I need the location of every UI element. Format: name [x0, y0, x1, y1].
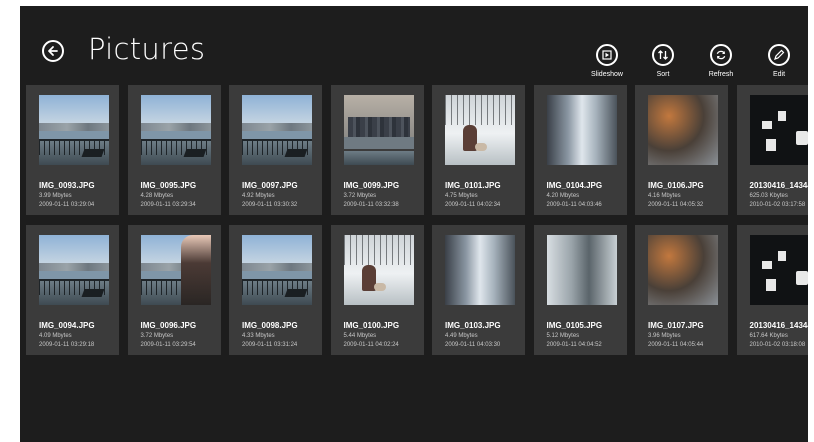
file-size: 4.92 Mbytes — [242, 193, 275, 199]
picture-tile[interactable]: IMG_0107.JPG 3.96 Mbytes 2009-01-11 04:05:… — [635, 225, 728, 355]
sort-icon — [652, 44, 674, 66]
file-name: IMG_0105.JPG — [546, 321, 603, 330]
thumbnail-image — [648, 95, 718, 165]
thumbnail-image — [445, 235, 515, 305]
file-date: 2009-01-11 04:03:30 — [445, 342, 501, 348]
refresh-icon — [710, 44, 732, 66]
file-name: IMG_0100.JPG — [343, 321, 400, 330]
back-button[interactable] — [42, 40, 64, 62]
thumbnail-image — [343, 235, 414, 305]
file-name: IMG_0098.JPG — [242, 321, 298, 330]
file-name: IMG_0103.JPG — [445, 321, 501, 330]
picture-tile[interactable]: IMG_0103.JPG 4.49 Mbytes 2009-01-11 04:03:… — [432, 225, 525, 355]
file-size: 625.03 Kbytes — [749, 193, 788, 199]
file-date: 2009-01-11 04:05:32 — [648, 202, 704, 208]
file-size: 3.72 Mbytes — [343, 193, 377, 199]
file-date: 2009-01-11 03:29:54 — [140, 342, 196, 348]
file-date: 2009-01-11 04:02:24 — [343, 342, 399, 348]
picture-tile[interactable]: IMG_0101.JPG 4.75 Mbytes 2009-01-11 04:02:… — [432, 85, 525, 215]
file-name: IMG_0097.JPG — [242, 181, 298, 190]
picture-tile[interactable]: IMG_0106.JPG 4.16 Mbytes 2009-01-11 04:05:… — [635, 85, 728, 215]
slideshow-button[interactable]: Slideshow — [580, 44, 634, 84]
slideshow-label: Slideshow — [591, 71, 623, 78]
picture-tile[interactable]: IMG_0098.JPG 4.33 Mbytes 2009-01-11 03:31:… — [229, 225, 322, 355]
picture-tile[interactable]: IMG_0095.JPG 4.28 Mbytes 2009-01-11 03:29:… — [127, 85, 221, 215]
picture-tile[interactable]: IMG_0099.JPG 3.72 Mbytes 2009-01-11 03:32:… — [330, 85, 424, 215]
file-size: 4.49 Mbytes — [445, 333, 478, 339]
file-date: 2009-01-11 03:32:38 — [343, 202, 399, 208]
sort-button[interactable]: Sort — [636, 44, 690, 84]
file-date: 2009-01-11 04:04:52 — [546, 342, 602, 348]
sort-label: Sort — [656, 71, 670, 78]
file-date: 2009-01-11 03:30:32 — [242, 202, 298, 208]
file-size: 5.44 Mbytes — [343, 333, 377, 339]
refresh-button[interactable]: Refresh — [694, 44, 748, 84]
thumbnail-image — [242, 235, 312, 305]
picture-tile[interactable]: IMG_0097.JPG 4.92 Mbytes 2009-01-11 03:30:… — [229, 85, 322, 215]
thumbnail-image — [546, 235, 617, 305]
file-name: IMG_0093.JPG — [39, 181, 95, 190]
file-size: 3.96 Mbytes — [648, 333, 681, 339]
file-date: 2009-01-11 04:05:44 — [648, 342, 704, 348]
app-window: Pictures Slideshow Sort Refresh Edit IMG… — [20, 6, 808, 442]
file-date: 2009-01-11 03:29:34 — [140, 202, 196, 208]
file-size: 4.33 Mbytes — [242, 333, 275, 339]
picture-tile[interactable]: IMG_0094.JPG 4.09 Mbytes 2009-01-11 03:29:… — [26, 225, 119, 355]
thumbnail-image — [39, 95, 109, 165]
file-name: IMG_0094.JPG — [39, 321, 95, 330]
file-name: IMG_0107.JPG — [648, 321, 704, 330]
file-name: 20130416_14344... — [749, 181, 809, 190]
file-date: 2010-01-02 03:17:58 — [749, 202, 806, 208]
file-name: IMG_0096.JPG — [140, 321, 197, 330]
thumbnail-image — [140, 235, 211, 305]
file-date: 2009-01-11 04:03:46 — [546, 202, 602, 208]
page-title: Pictures — [88, 32, 206, 66]
picture-tile[interactable]: 20130416_14344... 625.03 Kbytes 2010-01-02… — [736, 85, 809, 215]
edit-label: Edit — [772, 71, 786, 78]
thumbnail-image — [546, 95, 617, 165]
refresh-label: Refresh — [708, 71, 734, 78]
file-size: 4.75 Mbytes — [445, 193, 478, 199]
file-date: 2010-01-02 03:18:08 — [749, 342, 806, 348]
file-name: IMG_0095.JPG — [140, 181, 197, 190]
thumbnail-image — [445, 95, 515, 165]
picture-tile[interactable]: IMG_0096.JPG 3.72 Mbytes 2009-01-11 03:29:… — [127, 225, 221, 355]
file-name: IMG_0106.JPG — [648, 181, 704, 190]
file-name: IMG_0101.JPG — [445, 181, 501, 190]
file-date: 2009-01-11 03:29:04 — [39, 202, 95, 208]
file-date: 2009-01-11 03:29:18 — [39, 342, 95, 348]
thumbnail-image — [140, 95, 211, 165]
file-size: 4.20 Mbytes — [546, 193, 580, 199]
thumbnail-image — [648, 235, 718, 305]
file-size: 4.28 Mbytes — [140, 193, 174, 199]
picture-tile[interactable]: IMG_0105.JPG 5.12 Mbytes 2009-01-11 04:04:… — [533, 225, 627, 355]
file-size: 5.12 Mbytes — [546, 333, 580, 339]
thumbnail-image — [749, 235, 808, 305]
file-name: IMG_0104.JPG — [546, 181, 603, 190]
picture-tile[interactable]: 20130416_14344... 617.64 Kbytes 2010-01-02… — [736, 225, 809, 355]
thumbnail-image — [343, 95, 414, 165]
picture-tile[interactable]: IMG_0104.JPG 4.20 Mbytes 2009-01-11 04:03:… — [533, 85, 627, 215]
picture-tile[interactable]: IMG_0093.JPG 3.99 Mbytes 2009-01-11 03:29:… — [26, 85, 119, 215]
pencil-icon — [768, 44, 790, 66]
picture-grid: IMG_0093.JPG 3.99 Mbytes 2009-01-11 03:29:… — [20, 85, 808, 365]
file-size: 4.09 Mbytes — [39, 333, 72, 339]
edit-button[interactable]: Edit — [752, 44, 806, 84]
file-size: 617.64 Kbytes — [749, 333, 788, 339]
file-size: 4.16 Mbytes — [648, 193, 681, 199]
slideshow-icon — [596, 44, 618, 66]
file-size: 3.99 Mbytes — [39, 193, 72, 199]
file-size: 3.72 Mbytes — [140, 333, 174, 339]
thumbnail-image — [749, 95, 808, 165]
picture-tile[interactable]: IMG_0100.JPG 5.44 Mbytes 2009-01-11 04:02:… — [330, 225, 424, 355]
file-name: 20130416_14344... — [749, 321, 809, 330]
thumbnail-image — [242, 95, 312, 165]
file-date: 2009-01-11 04:02:34 — [445, 202, 501, 208]
thumbnail-image — [39, 235, 109, 305]
back-arrow-icon — [48, 46, 58, 56]
file-name: IMG_0099.JPG — [343, 181, 400, 190]
file-date: 2009-01-11 03:31:24 — [242, 342, 298, 348]
